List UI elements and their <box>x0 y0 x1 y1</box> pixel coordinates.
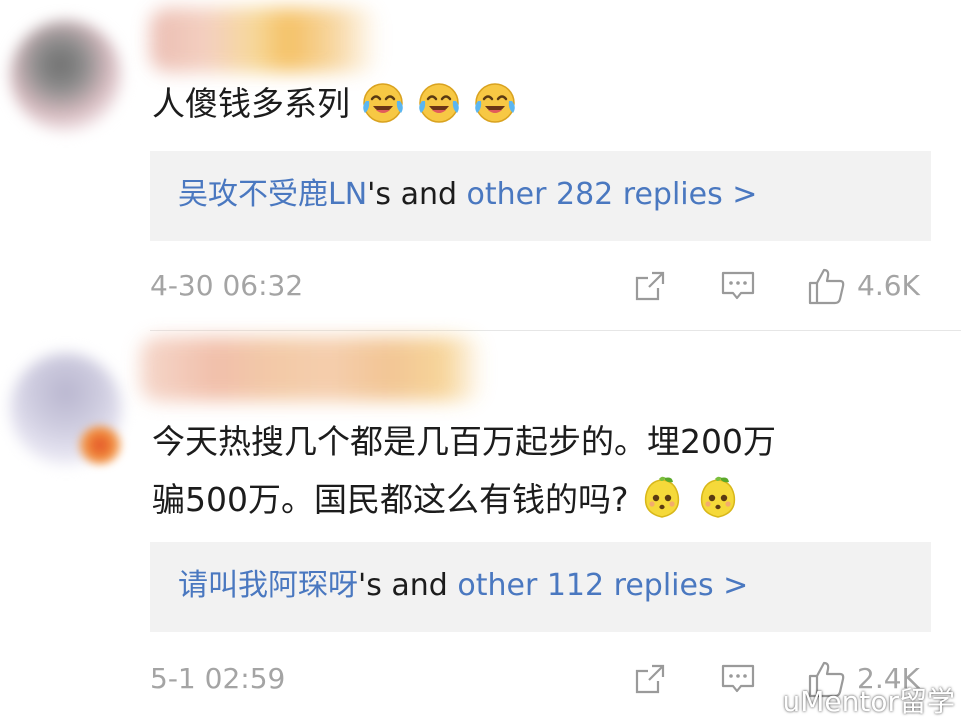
comment-body: 人傻钱多系列 <box>152 84 350 123</box>
reply-username-link[interactable]: 吴攻不受鹿LN <box>178 177 367 212</box>
laugh-cry-emoji <box>472 79 518 125</box>
lemon-sour-emoji <box>695 475 741 521</box>
share-icon <box>635 664 665 694</box>
thumbs-up-icon <box>808 268 845 305</box>
reply-username-link[interactable]: 请叫我阿琛呀 <box>178 568 358 603</box>
lemon-sour-emoji <box>639 475 685 521</box>
replies-preview[interactable]: 吴攻不受鹿LN's and other 282 replies > <box>150 151 931 241</box>
share-button[interactable] <box>632 264 672 308</box>
reply-connector-text: 's and <box>358 568 458 603</box>
comment-timestamp: 4-30 06:32 <box>150 269 304 302</box>
comment-timestamp: 5-1 02:59 <box>150 662 286 695</box>
comment-item: 人傻钱多系列 吴攻不受鹿LN's and other 282 replies >… <box>0 0 961 330</box>
avatar-badge <box>78 425 122 465</box>
watermark-text: uMentor留学 <box>782 685 956 718</box>
replies-summary[interactable]: 请叫我阿琛呀's and other 112 replies > <box>178 563 748 609</box>
comment-meta-row: 4-30 06:32 4.6K <box>150 264 931 308</box>
share-button[interactable] <box>632 657 672 701</box>
more-replies-link[interactable]: other 112 replies > <box>457 568 748 603</box>
comment-text: 人傻钱多系列 <box>152 75 518 133</box>
share-icon <box>635 271 665 301</box>
comment-item: 今天热搜几个都是几百万起步的。埋200万 骗500万。国民都这么有钱的吗? 请叫我… <box>0 331 961 722</box>
avatar[interactable] <box>10 20 122 132</box>
like-count: 4.6K <box>857 269 920 302</box>
reply-connector-text: 's and <box>367 177 467 212</box>
more-replies-link[interactable]: other 282 replies > <box>467 177 758 212</box>
weibo-comment-list: 人傻钱多系列 吴攻不受鹿LN's and other 282 replies >… <box>0 0 961 722</box>
weibo-logo-icon <box>738 685 776 715</box>
comment-body-line-1: 今天热搜几个都是几百万起步的。埋200万 <box>152 422 776 461</box>
commenter-name-blurred[interactable] <box>150 8 380 72</box>
comment-icon <box>721 271 755 300</box>
like-button[interactable]: 4.6K <box>807 264 933 308</box>
watermark: uMentor留学 <box>737 682 956 718</box>
commenter-name-blurred[interactable] <box>140 337 485 401</box>
comment-body-line-2: 骗500万。国民都这么有钱的吗? <box>152 480 629 519</box>
replies-summary[interactable]: 吴攻不受鹿LN's and other 282 replies > <box>178 172 757 218</box>
laugh-cry-emoji <box>360 79 406 125</box>
replies-preview[interactable]: 请叫我阿琛呀's and other 112 replies > <box>150 542 931 632</box>
comment-button[interactable] <box>720 264 760 308</box>
laugh-cry-emoji <box>416 79 462 125</box>
comment-text: 今天热搜几个都是几百万起步的。埋200万 骗500万。国民都这么有钱的吗? <box>152 413 776 529</box>
